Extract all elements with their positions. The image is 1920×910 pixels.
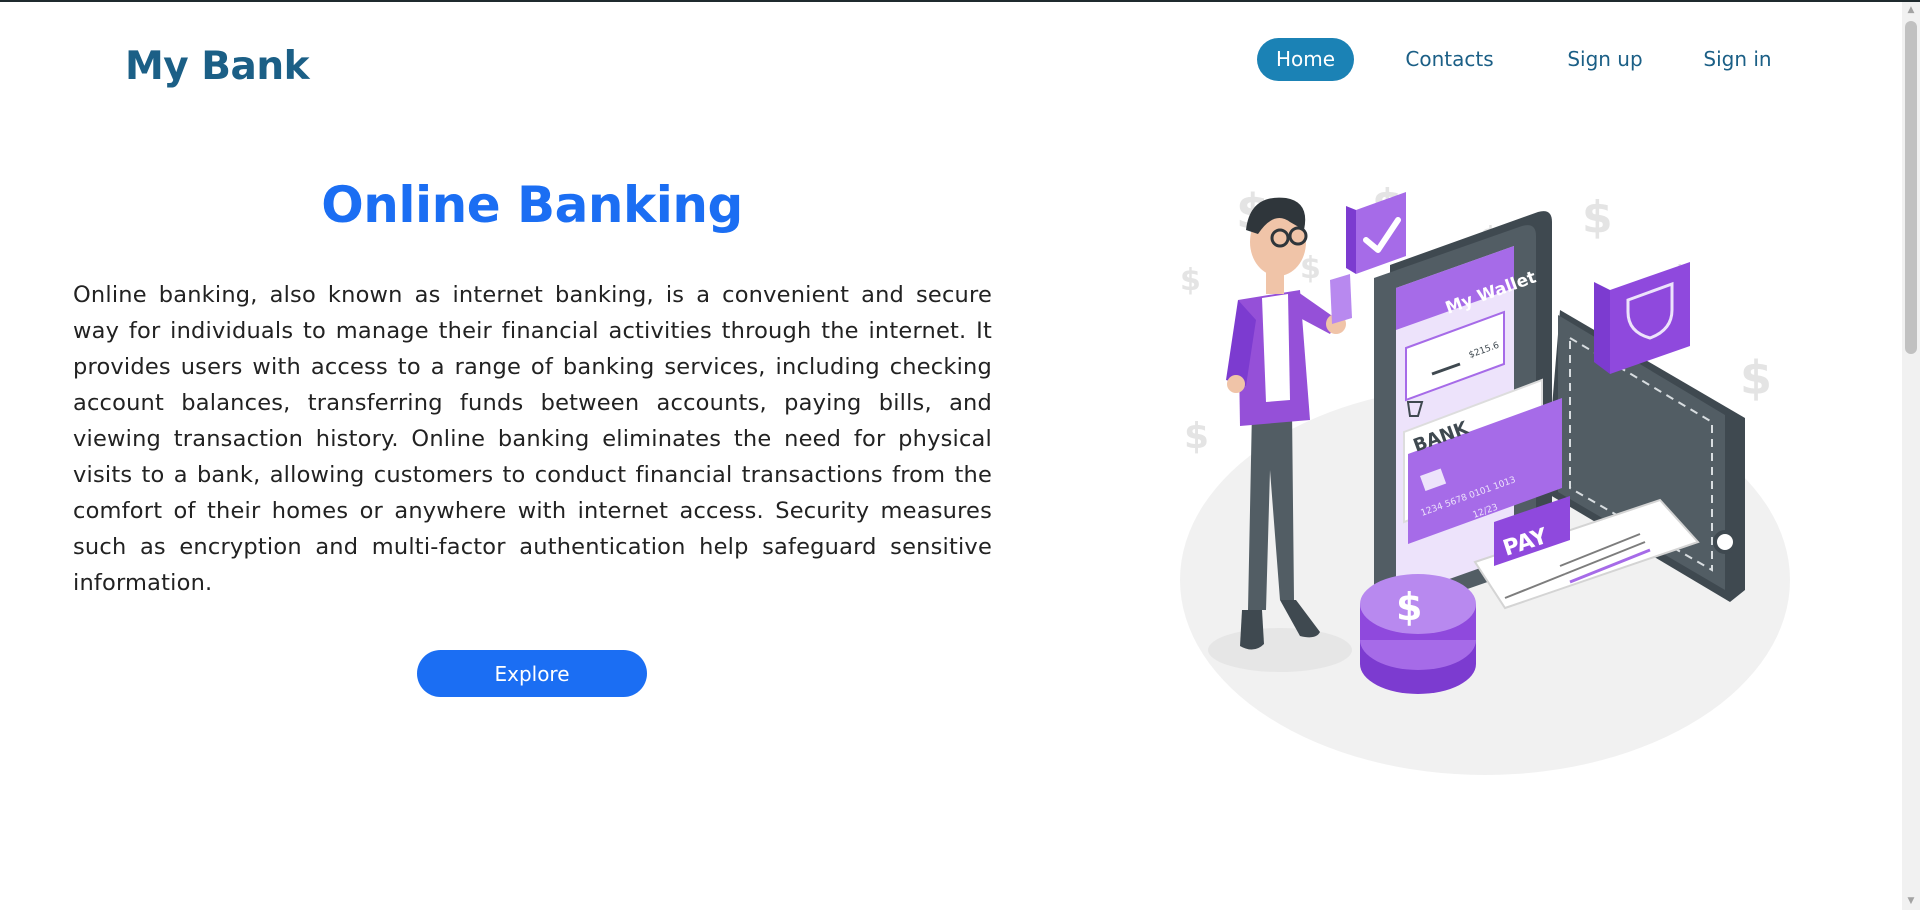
svg-text:$: $: [1582, 192, 1613, 243]
window-top-border: [0, 0, 1920, 2]
explore-button[interactable]: Explore: [417, 650, 647, 697]
vertical-scrollbar[interactable]: ▲ ▼: [1902, 2, 1920, 910]
check-icon: [1346, 192, 1406, 274]
brand-logo[interactable]: My Bank: [125, 44, 310, 89]
nav-contacts-link[interactable]: Contacts: [1382, 38, 1517, 81]
svg-text:$: $: [1740, 351, 1772, 405]
hero-description: Online banking, also known as internet b…: [73, 282, 992, 596]
nav-home-link[interactable]: Home: [1257, 38, 1354, 81]
page-title: Online Banking: [321, 175, 743, 234]
scrollbar-thumb[interactable]: [1905, 21, 1917, 354]
nav-signin-link[interactable]: Sign in: [1679, 38, 1796, 81]
online-banking-illustration: $ $ $ $ $ $ $ $ $ My Wallet $215.6 BANK …: [1180, 180, 1790, 775]
shield-icon: [1594, 262, 1690, 374]
nav-signup-link[interactable]: Sign up: [1543, 38, 1667, 81]
coins-icon: $: [1360, 574, 1476, 694]
scroll-down-arrow-icon[interactable]: ▼: [1902, 893, 1920, 910]
svg-text:$: $: [1180, 263, 1201, 298]
coin-symbol: $: [1396, 585, 1422, 629]
svg-text:$: $: [1184, 416, 1209, 457]
scroll-up-arrow-icon[interactable]: ▲: [1902, 2, 1920, 19]
